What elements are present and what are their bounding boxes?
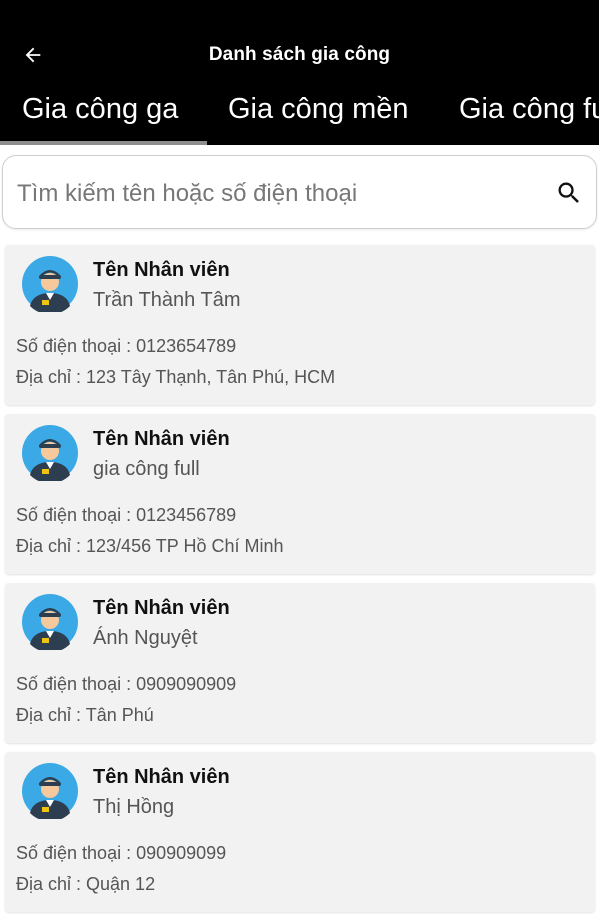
employee-phone: Số điện thoại : 0909090909 bbox=[16, 674, 237, 694]
active-tab-indicator bbox=[0, 141, 207, 145]
tab-gia-cong-men[interactable]: Gia công mền bbox=[228, 93, 409, 126]
employee-avatar-icon bbox=[22, 425, 78, 481]
app-bar: Danh sách gia công Gia công ga Gia công … bbox=[0, 0, 599, 145]
employee-label: Tên Nhân viên bbox=[93, 259, 230, 281]
employee-name: gia công full bbox=[93, 458, 200, 480]
employee-card[interactable]: Tên Nhân viên Ánh Nguyệt Số điện thoại :… bbox=[5, 583, 595, 743]
employee-label: Tên Nhân viên bbox=[93, 428, 230, 450]
employee-card[interactable]: Tên Nhân viên Thị Hồng Số điện thoại : 0… bbox=[5, 752, 595, 912]
employee-list: Tên Nhân viên Trần Thành Tâm Số điện tho… bbox=[5, 245, 595, 921]
employee-name: Ánh Nguyệt bbox=[93, 627, 198, 649]
employee-address: Địa chỉ : Tân Phú bbox=[16, 705, 154, 725]
employee-card[interactable]: Tên Nhân viên gia công full Số điện thoạ… bbox=[5, 414, 595, 574]
employee-avatar-icon bbox=[22, 256, 78, 312]
employee-avatar-icon bbox=[22, 763, 78, 819]
employee-label: Tên Nhân viên bbox=[93, 766, 230, 788]
employee-phone: Số điện thoại : 0123456789 bbox=[16, 505, 237, 525]
employee-address: Địa chỉ : 123 Tây Thạnh, Tân Phú, HCM bbox=[16, 367, 336, 387]
employee-phone: Số điện thoại : 090909099 bbox=[16, 843, 227, 863]
tab-gia-cong-ga[interactable]: Gia công ga bbox=[22, 93, 178, 126]
search-box bbox=[2, 155, 597, 229]
employee-phone: Số điện thoại : 0123654789 bbox=[16, 336, 237, 356]
tab-bar: Gia công ga Gia công mền Gia công full bbox=[0, 88, 599, 145]
tab-gia-cong-full[interactable]: Gia công full bbox=[459, 93, 599, 126]
employee-name: Thị Hồng bbox=[93, 796, 175, 818]
employee-name: Trần Thành Tâm bbox=[93, 289, 241, 311]
employee-card[interactable]: Tên Nhân viên Trần Thành Tâm Số điện tho… bbox=[5, 245, 595, 405]
search-icon bbox=[558, 182, 579, 203]
search-button[interactable] bbox=[552, 176, 586, 210]
search-input[interactable] bbox=[15, 174, 539, 214]
employee-label: Tên Nhân viên bbox=[93, 597, 230, 619]
employee-address: Địa chỉ : Quận 12 bbox=[16, 874, 156, 894]
employee-avatar-icon bbox=[22, 594, 78, 650]
employee-address: Địa chỉ : 123/456 TP Hồ Chí Minh bbox=[16, 536, 284, 556]
page-title: Danh sách gia công bbox=[208, 44, 391, 65]
